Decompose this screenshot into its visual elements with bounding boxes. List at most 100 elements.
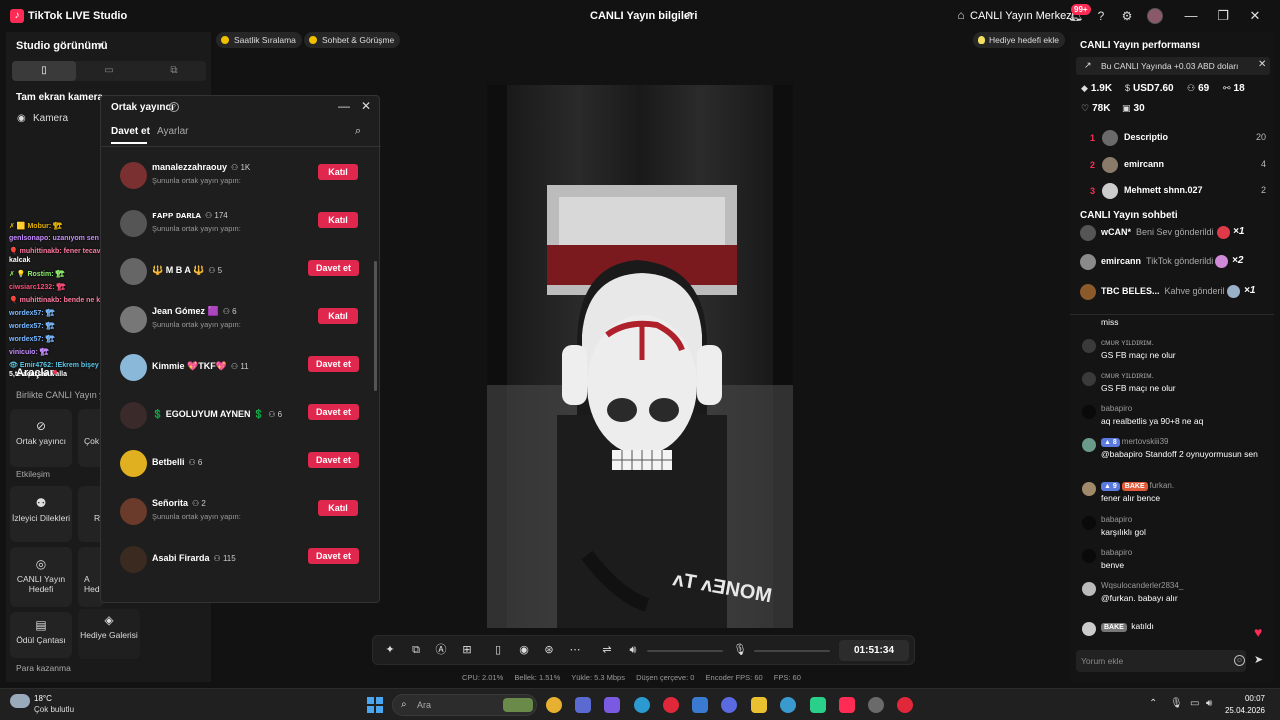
join-button[interactable]: Katıl xyxy=(318,212,358,228)
settings-sliders-icon[interactable]: ⇌ xyxy=(600,643,614,657)
minimize-icon[interactable]: — xyxy=(338,99,350,113)
tab-settings[interactable]: Ayarlar xyxy=(157,126,189,137)
chrome-icon[interactable] xyxy=(546,697,562,713)
emoji-icon[interactable]: ☺ xyxy=(1234,655,1245,666)
tool-reward-bag[interactable]: ▤ Ödül Çantası xyxy=(10,612,72,658)
teams-icon[interactable] xyxy=(604,697,620,713)
followers-icon: ⚯ xyxy=(1223,83,1231,93)
invite-button[interactable]: Davet et xyxy=(308,404,359,420)
avatar[interactable] xyxy=(1147,8,1163,24)
opera-icon[interactable] xyxy=(663,697,679,713)
magic-wand-icon[interactable]: ✦ xyxy=(383,643,397,657)
help-icon[interactable]: ? xyxy=(1093,8,1109,24)
tool-co-host[interactable]: ⊘ Ortak yayıncı xyxy=(10,409,72,467)
live-center-link[interactable]: CANLI Yayın Merkezi xyxy=(970,10,1074,22)
monitor-icon[interactable]: ▭ xyxy=(1190,698,1199,709)
more-icon[interactable]: ⋯ xyxy=(568,643,582,657)
close-button[interactable]: ✕ xyxy=(1244,6,1266,26)
home-icon[interactable]: ⌂ xyxy=(954,8,968,22)
avatar[interactable] xyxy=(120,258,147,285)
studio-view-title[interactable]: Studio görünümü xyxy=(16,40,108,52)
close-icon[interactable]: ✕ xyxy=(361,99,371,113)
join-button[interactable]: Katıl xyxy=(318,164,358,180)
help-icon[interactable]: ? xyxy=(169,102,179,112)
camera-switch-icon[interactable]: ⊛ xyxy=(542,643,556,657)
mic-slider[interactable] xyxy=(754,650,830,652)
avatar[interactable] xyxy=(120,306,147,333)
tiktok-icon[interactable] xyxy=(839,697,855,713)
ai-icon[interactable]: Ⓐ xyxy=(434,643,448,657)
avatar[interactable] xyxy=(120,162,147,189)
ranking-row[interactable]: 1 Descriptio 20 xyxy=(1070,128,1274,150)
invite-button[interactable]: Davet et xyxy=(308,452,359,468)
tool-live-goal[interactable]: ◎ CANLI Yayın Hedefi xyxy=(10,547,72,607)
avatar[interactable] xyxy=(120,210,147,237)
search-icon[interactable]: ⌕ xyxy=(355,125,361,138)
send-icon[interactable]: ➤ xyxy=(1254,653,1263,666)
app-icon[interactable] xyxy=(810,697,826,713)
host-name: Betbelli ⚇ 6 xyxy=(152,457,203,467)
volume-slider[interactable] xyxy=(647,650,723,652)
overlay-chat-line: ✗ 💡 Rostim: 🏗 xyxy=(9,271,65,278)
store-icon[interactable] xyxy=(692,697,708,713)
ranking-row[interactable]: 3 Mehmett shnn.027 2 xyxy=(1070,181,1274,203)
avatar[interactable] xyxy=(120,450,147,477)
avatar[interactable] xyxy=(120,354,147,381)
tool-viewer-requests[interactable]: ⚉ İzleyici Dilekleri xyxy=(10,486,72,542)
avatar xyxy=(1080,284,1096,300)
folder-icon[interactable] xyxy=(751,697,767,713)
avatar xyxy=(1082,339,1096,353)
gift-goal-chip[interactable]: Hediye hedefi ekle xyxy=(973,32,1065,48)
edge-icon[interactable] xyxy=(634,697,650,713)
avatar[interactable] xyxy=(120,498,147,525)
phone-icon[interactable]: ▯ xyxy=(491,643,505,657)
windows-start-icon[interactable] xyxy=(367,697,383,713)
chevron-up-icon[interactable]: ⌃ xyxy=(1149,698,1157,709)
weather-temp[interactable]: 18°C xyxy=(34,694,52,703)
overlay-chat-line: kalcak xyxy=(9,257,31,264)
record-icon[interactable]: ◉ xyxy=(517,643,531,657)
microphone-icon[interactable]: 🎙︎ xyxy=(1170,698,1183,709)
landscape-icon[interactable]: ▭ xyxy=(77,61,141,81)
ranking-row[interactable]: 2 emircann 4 xyxy=(1070,155,1274,177)
join-button[interactable]: Katıl xyxy=(318,500,358,516)
chevron-down-icon[interactable]: ▾ xyxy=(98,40,103,51)
clock-time[interactable]: 00:07 xyxy=(1221,694,1265,703)
minimize-button[interactable]: — xyxy=(1180,6,1202,26)
portrait-icon[interactable]: ▯ xyxy=(12,61,76,81)
clock-date[interactable]: 25.04.2026 xyxy=(1221,706,1265,715)
gear-icon[interactable]: ⚙ xyxy=(1119,8,1135,24)
tool-gift-gallery[interactable]: ◈ Hediye Galerisi xyxy=(78,609,140,659)
app-icon[interactable] xyxy=(868,697,884,713)
close-icon[interactable]: ✕ xyxy=(1258,59,1266,70)
invite-button[interactable]: Davet et xyxy=(308,260,359,276)
youtube-icon[interactable] xyxy=(897,697,913,713)
volume-icon[interactable]: 🔊︎ xyxy=(626,643,640,657)
effects-icon[interactable]: ⧉ xyxy=(409,643,423,657)
camera-source[interactable]: Kamera xyxy=(33,113,68,124)
add-source-icon[interactable]: ⊞ xyxy=(460,643,474,657)
heart-icon: ♡ xyxy=(1081,103,1090,113)
maximize-button[interactable]: ❐ xyxy=(1212,6,1234,26)
share-icon[interactable]: ↗ xyxy=(681,8,695,22)
tab-invite[interactable]: Davet et xyxy=(111,126,150,137)
invite-button[interactable]: Davet et xyxy=(308,548,359,564)
discord-icon[interactable] xyxy=(721,697,737,713)
chrome-alt-icon[interactable] xyxy=(780,697,796,713)
files-icon[interactable] xyxy=(575,697,591,713)
hourly-ranking-chip[interactable]: Saatlik Sıralama xyxy=(216,32,302,48)
microphone-icon[interactable]: 🎙︎ xyxy=(733,643,747,657)
heart-icon: ♥ xyxy=(1254,624,1263,640)
layout-icon[interactable]: ⧉ xyxy=(142,61,206,81)
avatar[interactable] xyxy=(120,546,147,573)
avatar[interactable] xyxy=(120,402,147,429)
volume-icon[interactable]: 🔊︎ xyxy=(1206,698,1212,709)
scrollbar[interactable] xyxy=(374,261,377,391)
chat-call-chip[interactable]: Sohbet & Görüşme xyxy=(304,32,401,48)
join-button[interactable]: Katıl xyxy=(318,308,358,324)
cloud-icon[interactable] xyxy=(10,694,30,708)
search-input[interactable]: ⌕ Ara xyxy=(392,694,537,716)
weather-desc[interactable]: Çok bulutlu xyxy=(34,705,74,714)
comment-input[interactable]: Yorum ekle ☺ xyxy=(1076,650,1246,672)
invite-button[interactable]: Davet et xyxy=(308,356,359,372)
